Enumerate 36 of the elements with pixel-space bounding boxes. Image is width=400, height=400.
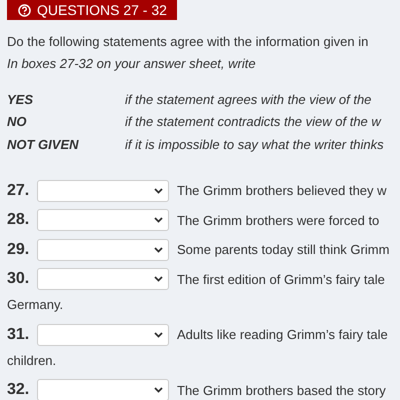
answer-term: YES — [7, 90, 34, 108]
chevron-down-icon — [154, 217, 163, 224]
answer-select[interactable] — [37, 379, 169, 400]
question-text: The Grimm brothers based the story — [177, 382, 386, 400]
instruction-text: Do the following statements agree with the information given in — [7, 32, 370, 51]
answer-meaning: if the statement agrees with the view of the — [125, 90, 372, 109]
chevron-down-icon — [154, 387, 163, 394]
chevron-down-icon — [154, 246, 163, 253]
answer-select[interactable] — [37, 324, 169, 346]
chevron-down-icon — [154, 276, 163, 282]
answer-select[interactable] — [37, 268, 169, 290]
question-text: Some parents today still think Grimm — [177, 241, 390, 259]
section-title: QUESTIONS 27 - 32 — [37, 0, 167, 20]
answer-select[interactable] — [37, 209, 169, 232]
question-number: 29. — [7, 240, 30, 260]
question-text: The Grimm brothers were forced to — [177, 212, 380, 230]
question-text-continued: children. — [7, 352, 58, 370]
instruction-subtext: In boxes 27-32 on your answer sheet, write — [7, 54, 257, 73]
question-number: 27. — [7, 180, 30, 201]
chevron-down-icon — [154, 188, 163, 194]
question-number: 28. — [7, 210, 30, 230]
answer-term: NOT GIVEN — [7, 136, 80, 154]
answer-meaning: if it is impossible to say what the writer thinks — [125, 136, 384, 154]
question-text: The first edition of Grimm’s fairy tale — [177, 270, 385, 289]
help-icon — [18, 4, 31, 16]
answer-meaning: if the statement contradicts the view of the w — [125, 113, 381, 131]
chevron-down-icon — [154, 332, 163, 338]
question-text: The Grimm brothers believed they w — [177, 182, 387, 200]
question-text-continued: Germany. — [7, 296, 64, 314]
answer-select[interactable] — [37, 238, 169, 261]
question-number: 31. — [7, 324, 30, 345]
question-text: Adults like reading Grimm’s fairy tale — [177, 326, 388, 344]
answer-select[interactable] — [37, 180, 169, 202]
question-number: 30. — [7, 269, 30, 290]
answer-term: NO — [7, 113, 28, 131]
question-number: 32. — [7, 380, 30, 400]
